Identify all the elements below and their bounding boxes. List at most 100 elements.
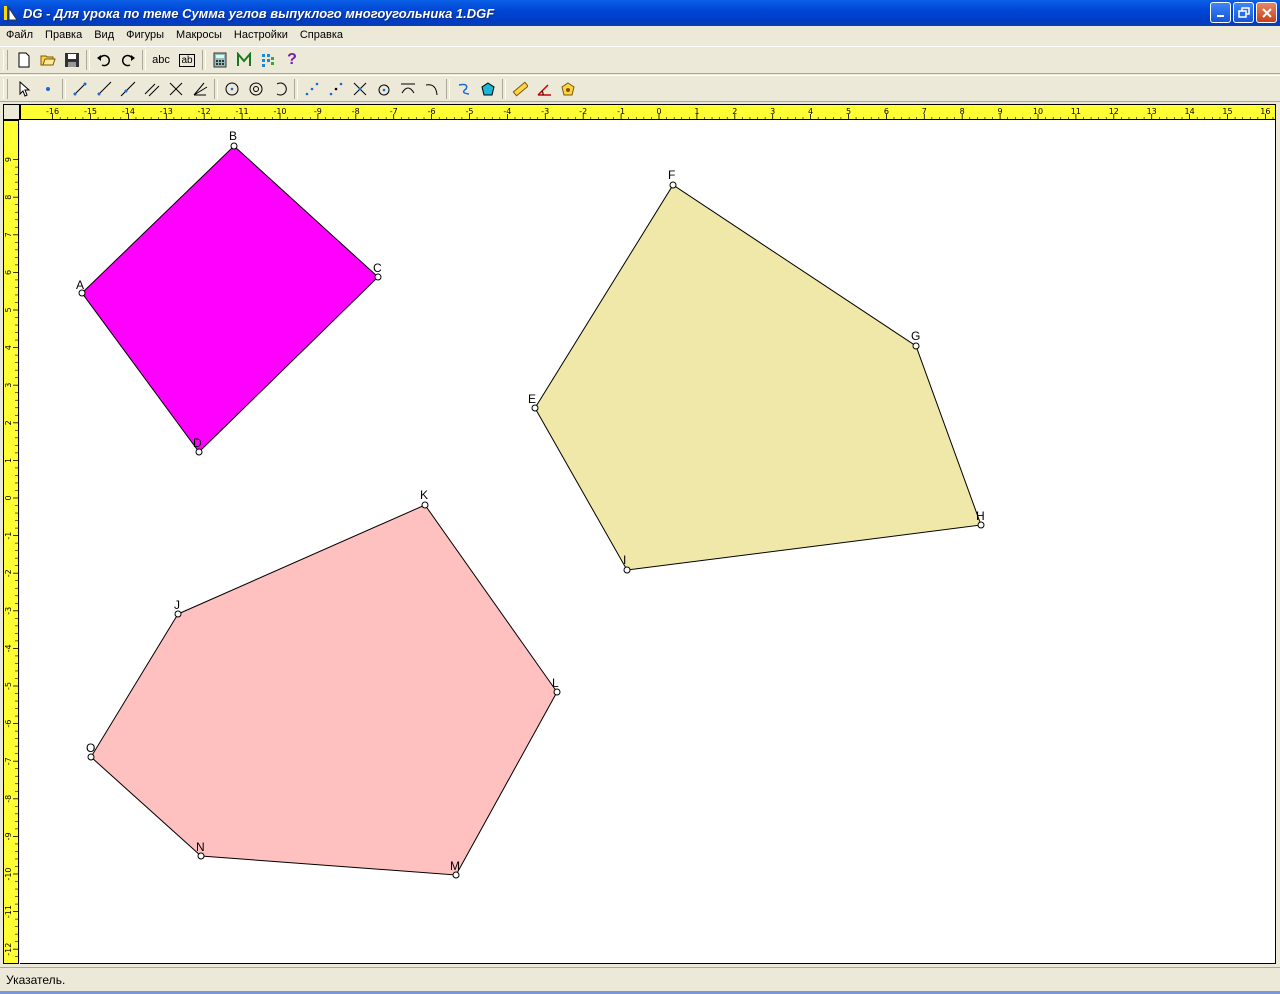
save-icon [65,53,79,67]
help-button[interactable]: ? [280,49,304,71]
point-i[interactable] [623,566,631,574]
undo-button[interactable] [92,49,116,71]
cursor-arrow-icon [19,80,31,97]
ruler-tick-label: -15 [84,107,97,116]
ruler-tick-label: 4 [808,107,813,116]
ruler-tick-label: -16 [46,107,59,116]
menu-view[interactable]: Вид [88,29,120,41]
ruler-tick-label: -13 [160,107,173,116]
app-icon [4,6,18,21]
status-text: Указатель. [6,973,66,987]
ruler-tick-label: -2 [4,569,13,577]
horizontal-ruler: -16 -15 -14 -13 -12 -11 -10 -9 -8 -7 -6 -5 -4 -3 -2 -1 0… [20,104,1276,120]
segment-icon [73,82,87,95]
ruler-tick-label: -3 [4,607,13,615]
ruler-tick-label: 6 [884,107,889,116]
ruler-tick-label: 6 [4,270,13,275]
title-bar: DG - Для урока по теме Сумма углов выпук… [0,0,1280,26]
angle-bisector-icon [193,82,208,95]
curve-icon [425,83,438,95]
toolbar-separator [294,78,298,99]
point-f[interactable] [669,181,677,189]
restore-button[interactable] [1233,2,1254,23]
label-g: G [911,329,920,343]
menu-figures[interactable]: Фигуры [120,29,170,41]
ruler-tick-label: -11 [236,107,249,116]
close-button[interactable] [1256,2,1277,23]
ruler-tick-label: 2 [732,107,737,116]
circle-icon [225,82,239,95]
measure-tool-button[interactable] [508,78,532,100]
toolbar-grip[interactable] [3,50,8,70]
macro-button[interactable] [232,49,256,71]
ruler-tick-label: 7 [922,107,927,116]
menu-edit[interactable]: Правка [39,29,88,41]
point-b[interactable] [230,142,238,150]
polygon-tool-button[interactable] [476,78,500,100]
line-tool-button[interactable] [116,78,140,100]
menu-settings[interactable]: Настройки [228,29,294,41]
point-on-line-tool-button[interactable] [324,78,348,100]
arc-tool-button[interactable] [268,78,292,100]
segment-tool-button[interactable] [68,78,92,100]
toolbar-grip[interactable] [3,78,8,99]
horizontal-ruler-scale: -16 -15 -14 -13 -12 -11 -10 -9 -8 -7 -6 -5 -4 -3 -2 -1 0… [46,107,1274,119]
calculator-button[interactable] [208,49,232,71]
ruler-tick-label: 10 [1033,107,1043,116]
menu-help[interactable]: Справка [294,29,349,41]
close-icon [1261,7,1272,18]
minimize-button[interactable] [1210,2,1231,23]
polygon-abcd[interactable] [81,145,379,453]
menu-macros[interactable]: Макросы [170,29,228,41]
calculator-icon [213,52,227,68]
angle-measure-tool-button[interactable] [532,78,556,100]
midpoint-tool-button[interactable] [300,78,324,100]
drawing-toolbar [0,75,1280,102]
ruler-tick-label: -7 [4,757,13,765]
grid-button[interactable] [256,49,280,71]
parallel-tool-button[interactable] [140,78,164,100]
circle-radius-tool-button[interactable] [244,78,268,100]
ruler-tick-label: 11 [1071,107,1081,116]
area-tool-button[interactable] [556,78,580,100]
point-k[interactable] [421,501,429,509]
drawing-canvas[interactable]: A B C D E F G H I J K L M N O [20,120,1276,964]
ruler-tick-label: -12 [198,107,211,116]
perpendicular-tool-button[interactable] [164,78,188,100]
curve-tool-button[interactable] [420,78,444,100]
open-file-button[interactable] [36,49,60,71]
toolbar-separator [62,78,66,99]
point-g[interactable] [912,342,920,350]
ruler-tick-label: -5 [4,682,13,690]
ruler-tick-label: 16 [1260,107,1270,116]
new-file-icon [18,52,30,68]
pointer-tool-button[interactable] [12,78,36,100]
ruler-tick-label: 14 [1185,107,1195,116]
ruler-tick-label: 5 [4,307,13,312]
polygon-jklmno[interactable] [90,504,558,876]
undo-icon [97,54,111,67]
locus-tool-button[interactable] [452,78,476,100]
save-button[interactable] [60,49,84,71]
polygon-efghi[interactable] [534,184,982,571]
ray-tool-button[interactable] [92,78,116,100]
circle-tool-button[interactable] [220,78,244,100]
ruler-tick-label: 4 [4,345,13,350]
redo-button[interactable] [116,49,140,71]
ruler-tick-label: -7 [390,107,398,116]
new-file-button[interactable] [12,49,36,71]
menu-file[interactable]: Файл [0,29,39,41]
label-e: E [528,392,536,406]
point-tool-button[interactable] [36,78,60,100]
label-o: O [86,741,95,755]
text-tool-button[interactable]: abc [148,49,174,71]
circle-center-tool-button[interactable] [372,78,396,100]
geometry-drawing[interactable]: A B C D E F G H I J K L M N O [20,120,1276,964]
angle-bisector-tool-button[interactable] [188,78,212,100]
ruler-tick-label: -10 [273,107,286,116]
ab-tool-button[interactable]: ab [174,49,200,71]
polygon-icon [481,81,495,95]
intersection-tool-button[interactable] [348,78,372,100]
toolbar-separator [214,78,218,99]
tangent-tool-button[interactable] [396,78,420,100]
